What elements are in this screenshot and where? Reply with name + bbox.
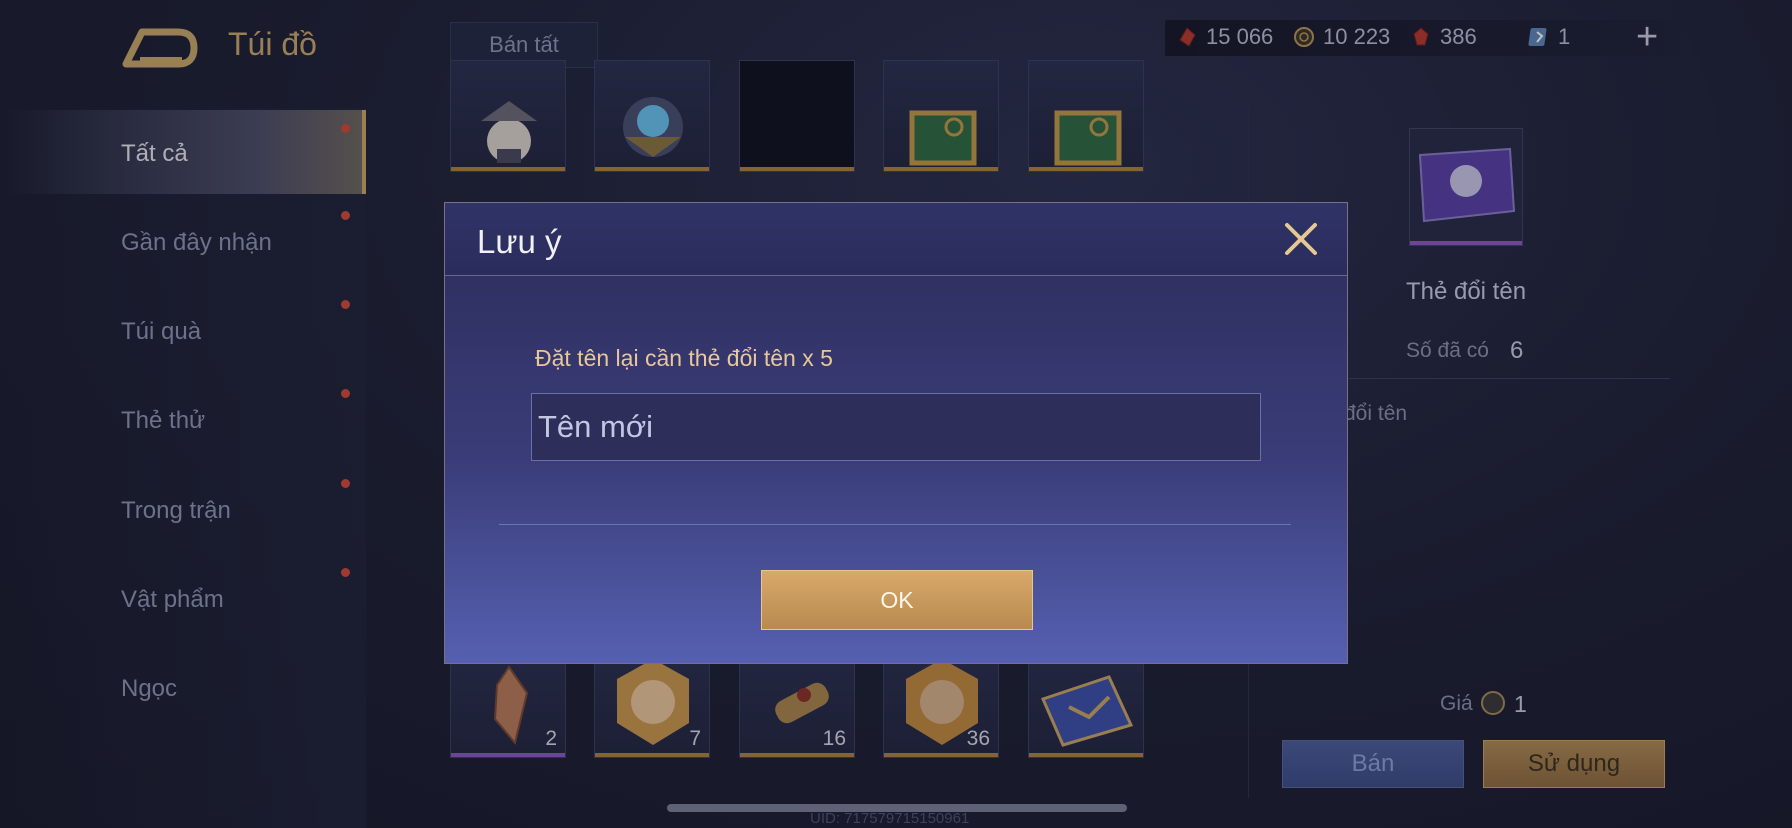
ok-button[interactable]: OK <box>761 570 1033 630</box>
dialog-header: Lưu ý <box>445 203 1347 276</box>
close-icon[interactable] <box>1281 219 1321 259</box>
new-name-input[interactable] <box>531 393 1261 461</box>
dialog-message: Đặt tên lại cần thẻ đổi tên x 5 <box>535 345 833 371</box>
dialog-title: Lưu ý <box>477 223 562 260</box>
rename-dialog: Lưu ý Đặt tên lại cần thẻ đổi tên x 5 OK <box>444 202 1348 664</box>
divider <box>499 524 1291 525</box>
